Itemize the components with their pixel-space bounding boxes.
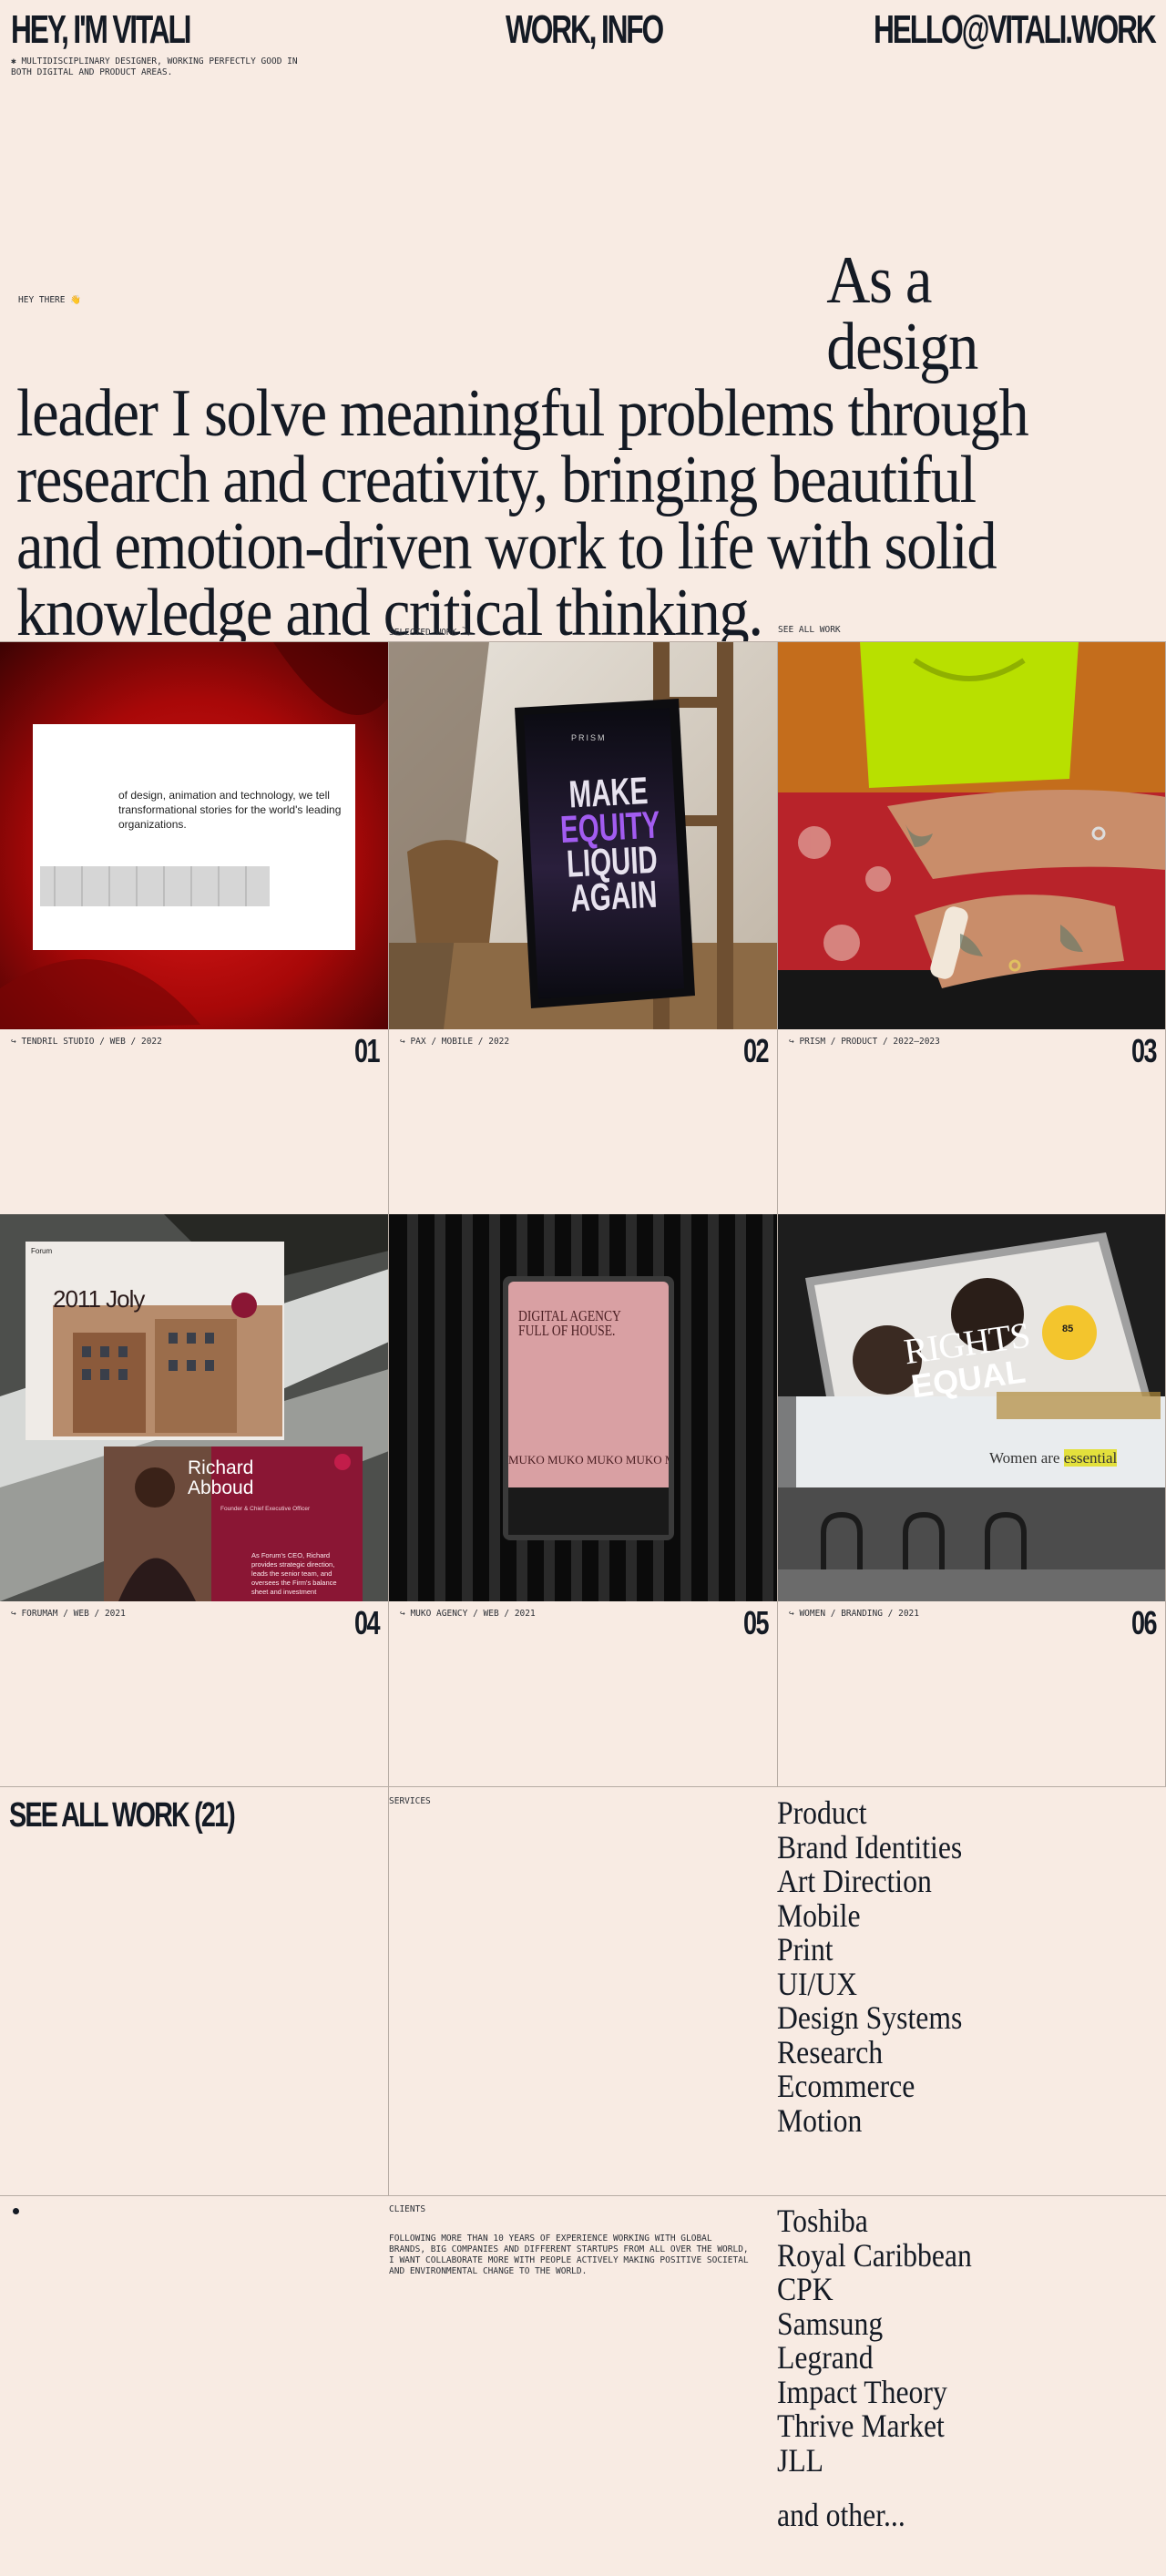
poster-headline: MAKE EQUITY LIQUID AGAIN xyxy=(544,769,679,920)
project-card-forumam[interactable]: Forum 2011 Joly Richard Abboud Founder &… xyxy=(0,1214,389,1787)
tagline: ✱ MULTIDISCIPLINARY DESIGNER, WORKING PE… xyxy=(11,56,298,77)
project-thumbnail[interactable]: of design, animation and technology, we … xyxy=(0,642,388,1029)
project-number: 02 xyxy=(742,1032,770,1069)
hero-line-rest: leader I solve meaningful problems throu… xyxy=(16,376,1029,650)
project-thumbnail[interactable] xyxy=(778,642,1165,1029)
project-meta: ↪ PAX / MOBILE / 2022 xyxy=(400,1037,510,1047)
site-header: HEY, I'M VITALI WORK, INFO HELLO@VITALI.… xyxy=(0,0,1166,55)
project-meta: ↪ TENDRIL STUDIO / WEB / 2022 xyxy=(11,1037,162,1047)
see-all-work-link[interactable]: SEE ALL WORK xyxy=(778,625,841,635)
client-item: JLL xyxy=(777,2441,824,2479)
client-item: Thrive Market xyxy=(777,2407,945,2444)
clients-description: FOLLOWING MORE THAN 10 YEARS OF EXPERIEN… xyxy=(389,2234,749,2276)
hero-statement: As a design leader I solve meaningful pr… xyxy=(16,243,1041,650)
project-meta: ↪ WOMEN / BRANDING / 2021 xyxy=(789,1609,919,1619)
clients-other: and other... xyxy=(777,2497,905,2533)
project-thumbnail[interactable]: DIGITAL AGENCY FULL OF HOUSE. MUKO MUKO … xyxy=(389,1214,777,1601)
home-link[interactable]: HEY, I'M VITALI xyxy=(11,7,191,53)
service-item: Product xyxy=(777,1794,867,1831)
forum-brand: Forum xyxy=(31,1247,53,1255)
project-meta: ↪ MUKO AGENCY / WEB / 2021 xyxy=(400,1609,536,1619)
project-card-tendril[interactable]: of design, animation and technology, we … xyxy=(0,642,389,1214)
project-number: 03 xyxy=(1130,1032,1158,1069)
project-number: 04 xyxy=(353,1604,381,1641)
project-card-prism[interactable]: ↪ PRISM / PRODUCT / 2022–2023 03 xyxy=(778,642,1166,1214)
work-grid: of design, animation and technology, we … xyxy=(0,641,1166,1787)
client-item: Impact Theory xyxy=(777,2373,947,2410)
email-link[interactable]: HELLO@VITALI.WORK xyxy=(874,7,1157,53)
billboard-text: Women are xyxy=(989,1449,1060,1467)
hero-line-first: As a design xyxy=(826,243,978,384)
services-divider xyxy=(0,1786,1166,1787)
service-item: Research xyxy=(777,2033,884,2070)
forum-person-role: Founder & Chief Executive Officer xyxy=(220,1506,311,1512)
project-thumbnail[interactable]: RIGHTS EQUAL 85 Women are essential xyxy=(778,1214,1165,1601)
client-item: Samsung xyxy=(777,2305,884,2342)
client-item: CPK xyxy=(777,2271,834,2307)
service-item: UI/UX xyxy=(777,1965,857,2002)
project-meta: ↪ FORUMAM / WEB / 2021 xyxy=(11,1609,126,1619)
services-label: SERVICES xyxy=(389,1796,431,1806)
client-item: Royal Caribbean xyxy=(777,2236,972,2274)
client-item: Toshiba xyxy=(777,2203,868,2239)
billboard-highlight: essential xyxy=(1063,1449,1118,1467)
see-all-work-button[interactable]: SEE ALL WORK (21) xyxy=(9,1796,236,1835)
badge-value: 85 xyxy=(1062,1324,1074,1334)
billboard: Women are essential xyxy=(989,1449,1118,1467)
nav-work-info[interactable]: WORK, INFO xyxy=(506,7,664,53)
bullet-icon xyxy=(13,2208,19,2214)
service-item: Brand Identities xyxy=(777,1828,963,1866)
service-item: Art Direction xyxy=(777,1863,932,1899)
service-item: Motion xyxy=(777,2101,863,2139)
forum-person-name: Richard Abboud xyxy=(188,1457,254,1498)
service-item: Mobile xyxy=(777,1896,861,1934)
project-number: 06 xyxy=(1130,1604,1158,1641)
clients-label: CLIENTS xyxy=(389,2204,426,2214)
clients-divider xyxy=(0,2195,1166,2196)
service-item: Print xyxy=(777,1931,834,1968)
muko-headline: DIGITAL AGENCY FULL OF HOUSE. xyxy=(518,1308,621,1339)
project-thumbnail[interactable]: PRISM MAKE EQUITY LIQUID AGAIN xyxy=(389,642,777,1029)
client-item: Legrand xyxy=(777,2339,874,2376)
project-meta: ↪ PRISM / PRODUCT / 2022–2023 xyxy=(789,1037,940,1047)
project-card-muko[interactable]: DIGITAL AGENCY FULL OF HOUSE. MUKO MUKO … xyxy=(389,1214,778,1787)
project-number: 05 xyxy=(742,1604,770,1641)
service-item: Ecommerce xyxy=(777,2068,915,2104)
services-list: Product Brand Identities Art Direction M… xyxy=(777,1794,963,2139)
poster-brand: PRISM xyxy=(571,733,607,742)
clients-list: Toshiba Royal Caribbean CPK Samsung Legr… xyxy=(777,2203,972,2479)
project-card-pax[interactable]: PRISM MAKE EQUITY LIQUID AGAIN ↪ PAX / M… xyxy=(389,642,778,1214)
forum-person-bio: As Forum's CEO, Richard provides strateg… xyxy=(251,1551,337,1596)
project-card-women[interactable]: RIGHTS EQUAL 85 Women are essential ↪ WO… xyxy=(778,1214,1166,1787)
service-item: Design Systems xyxy=(777,1999,963,2036)
forum-title: 2011 Joly xyxy=(53,1285,145,1313)
muko-band: MUKO MUKO MUKO MUKO MUKO MUKO MUKO xyxy=(508,1453,669,1467)
services-column-divider xyxy=(388,1786,389,2196)
muko-line-2: FULL OF HOUSE. xyxy=(518,1322,616,1339)
selected-work-label: SELECTED WORK ⤵ xyxy=(389,628,471,638)
project-number: 01 xyxy=(353,1032,381,1069)
thumbnail-copy: of design, animation and technology, we … xyxy=(118,789,342,831)
project-thumbnail[interactable]: Forum 2011 Joly Richard Abboud Founder &… xyxy=(0,1214,388,1601)
